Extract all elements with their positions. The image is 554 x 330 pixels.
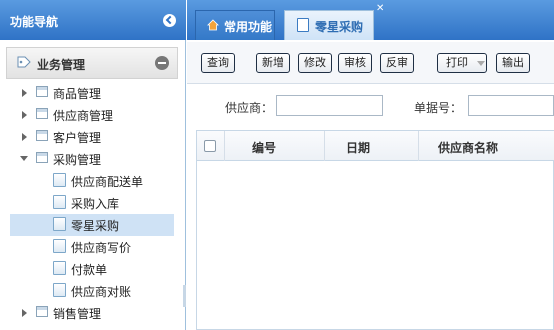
tree-item-payment[interactable]: 付款单 <box>0 258 182 280</box>
column-header-supplier-name[interactable]: 供应商名称 <box>438 139 498 156</box>
column-header-number[interactable]: 编号 <box>252 139 276 156</box>
document-icon <box>53 261 66 275</box>
expand-arrow-icon[interactable] <box>22 111 27 119</box>
folder-icon <box>36 130 48 141</box>
tree-item-label: 采购入库 <box>71 197 120 211</box>
close-tab-icon[interactable]: ✕ <box>376 4 384 14</box>
tree-item-label: 客户管理 <box>53 131 102 145</box>
query-button[interactable]: 查询 <box>201 53 235 73</box>
document-number-label: 单据号： <box>414 101 463 115</box>
print-button[interactable]: 打印 <box>437 53 487 73</box>
nav-group-label: 业务管理 <box>37 58 86 72</box>
tree-item-label: 供应商配送单 <box>71 175 144 189</box>
home-icon <box>207 19 219 31</box>
splitter-handle[interactable] <box>183 285 186 307</box>
document-icon <box>53 173 66 187</box>
print-label: 打印 <box>446 56 468 69</box>
tab-sporadic-purchase[interactable]: 零星采购 <box>284 10 374 40</box>
tree-item-suppliers[interactable]: 供应商管理 <box>0 104 182 126</box>
collapse-group-icon[interactable] <box>155 56 169 70</box>
page-icon <box>297 18 309 32</box>
collapse-nav-icon[interactable] <box>163 14 176 27</box>
nav-title: 功能导航 <box>10 15 59 29</box>
export-button[interactable]: 输出 <box>496 53 530 73</box>
supplier-label: 供应商： <box>225 101 274 115</box>
tag-icon <box>17 56 31 68</box>
tree-item-label: 供应商对账 <box>71 285 132 299</box>
tree-item-label: 采购管理 <box>53 153 102 167</box>
toolbar: 查询 新增 修改 审核 反审 打印 输出 <box>187 42 554 84</box>
tree-item-supplier-pricing[interactable]: 供应商写价 <box>0 236 182 258</box>
tree-item-label: 销售管理 <box>53 307 102 321</box>
tab-common-functions[interactable]: 常用功能 <box>195 10 275 40</box>
folder-icon <box>36 152 48 163</box>
folder-icon <box>36 108 48 119</box>
tree-item-goods[interactable]: 商品管理 <box>0 82 182 104</box>
tree-item-purchase-inbound[interactable]: 采购入库 <box>0 192 182 214</box>
column-divider <box>418 131 419 161</box>
document-icon <box>53 195 66 209</box>
document-number-input[interactable] <box>468 95 554 116</box>
column-divider <box>324 131 325 161</box>
grid-header: 编号 日期 供应商名称 <box>197 131 554 161</box>
collapse-arrow-icon[interactable] <box>20 156 28 161</box>
search-form: 供应商： 单据号： <box>187 85 554 129</box>
tree-item-supplier-delivery[interactable]: 供应商配送单 <box>0 170 182 192</box>
supplier-input[interactable] <box>276 95 383 116</box>
tab-label: 常用功能 <box>224 20 273 34</box>
document-icon <box>53 283 66 297</box>
add-button[interactable]: 新增 <box>256 53 290 73</box>
tree-item-sporadic-purchase[interactable]: 零星采购 <box>10 214 174 236</box>
unapprove-button[interactable]: 反审 <box>380 53 414 73</box>
document-icon <box>53 217 66 231</box>
expand-arrow-icon[interactable] <box>22 89 27 97</box>
folder-icon <box>36 86 48 97</box>
document-icon <box>53 239 66 253</box>
expand-arrow-icon[interactable] <box>22 133 27 141</box>
dropdown-arrow-icon <box>477 61 485 66</box>
nav-header: 功能导航 <box>0 0 186 40</box>
tab-bar: 常用功能 零星采购 ✕ <box>187 0 554 40</box>
tree-item-label: 供应商写价 <box>71 241 132 255</box>
tree-item-supplier-reconciliation[interactable]: 供应商对账 <box>0 280 182 302</box>
folder-icon <box>36 306 48 317</box>
tree-item-customers[interactable]: 客户管理 <box>0 126 182 148</box>
tree-item-label: 供应商管理 <box>53 109 114 123</box>
tree-item-purchasing[interactable]: 采购管理 <box>0 148 182 170</box>
tree-item-label: 付款单 <box>71 263 108 277</box>
tree-item-sales[interactable]: 销售管理 <box>0 302 182 324</box>
column-header-date[interactable]: 日期 <box>346 139 370 156</box>
nav-group-business[interactable]: 业务管理 <box>6 47 178 79</box>
expand-arrow-icon[interactable] <box>22 309 27 317</box>
approve-button[interactable]: 审核 <box>338 53 372 73</box>
data-grid: 编号 日期 供应商名称 <box>196 130 554 330</box>
select-all-checkbox[interactable] <box>204 140 216 152</box>
tab-label: 零星采购 <box>315 20 364 34</box>
tree-item-label: 商品管理 <box>53 87 102 101</box>
tree-item-label: 零星采购 <box>71 219 120 233</box>
nav-panel: 功能导航 业务管理 商品管理 供应商管理 客户管理 采购管理 供应商配送单 采购… <box>0 0 186 330</box>
edit-button[interactable]: 修改 <box>298 53 332 73</box>
column-divider <box>224 131 225 161</box>
